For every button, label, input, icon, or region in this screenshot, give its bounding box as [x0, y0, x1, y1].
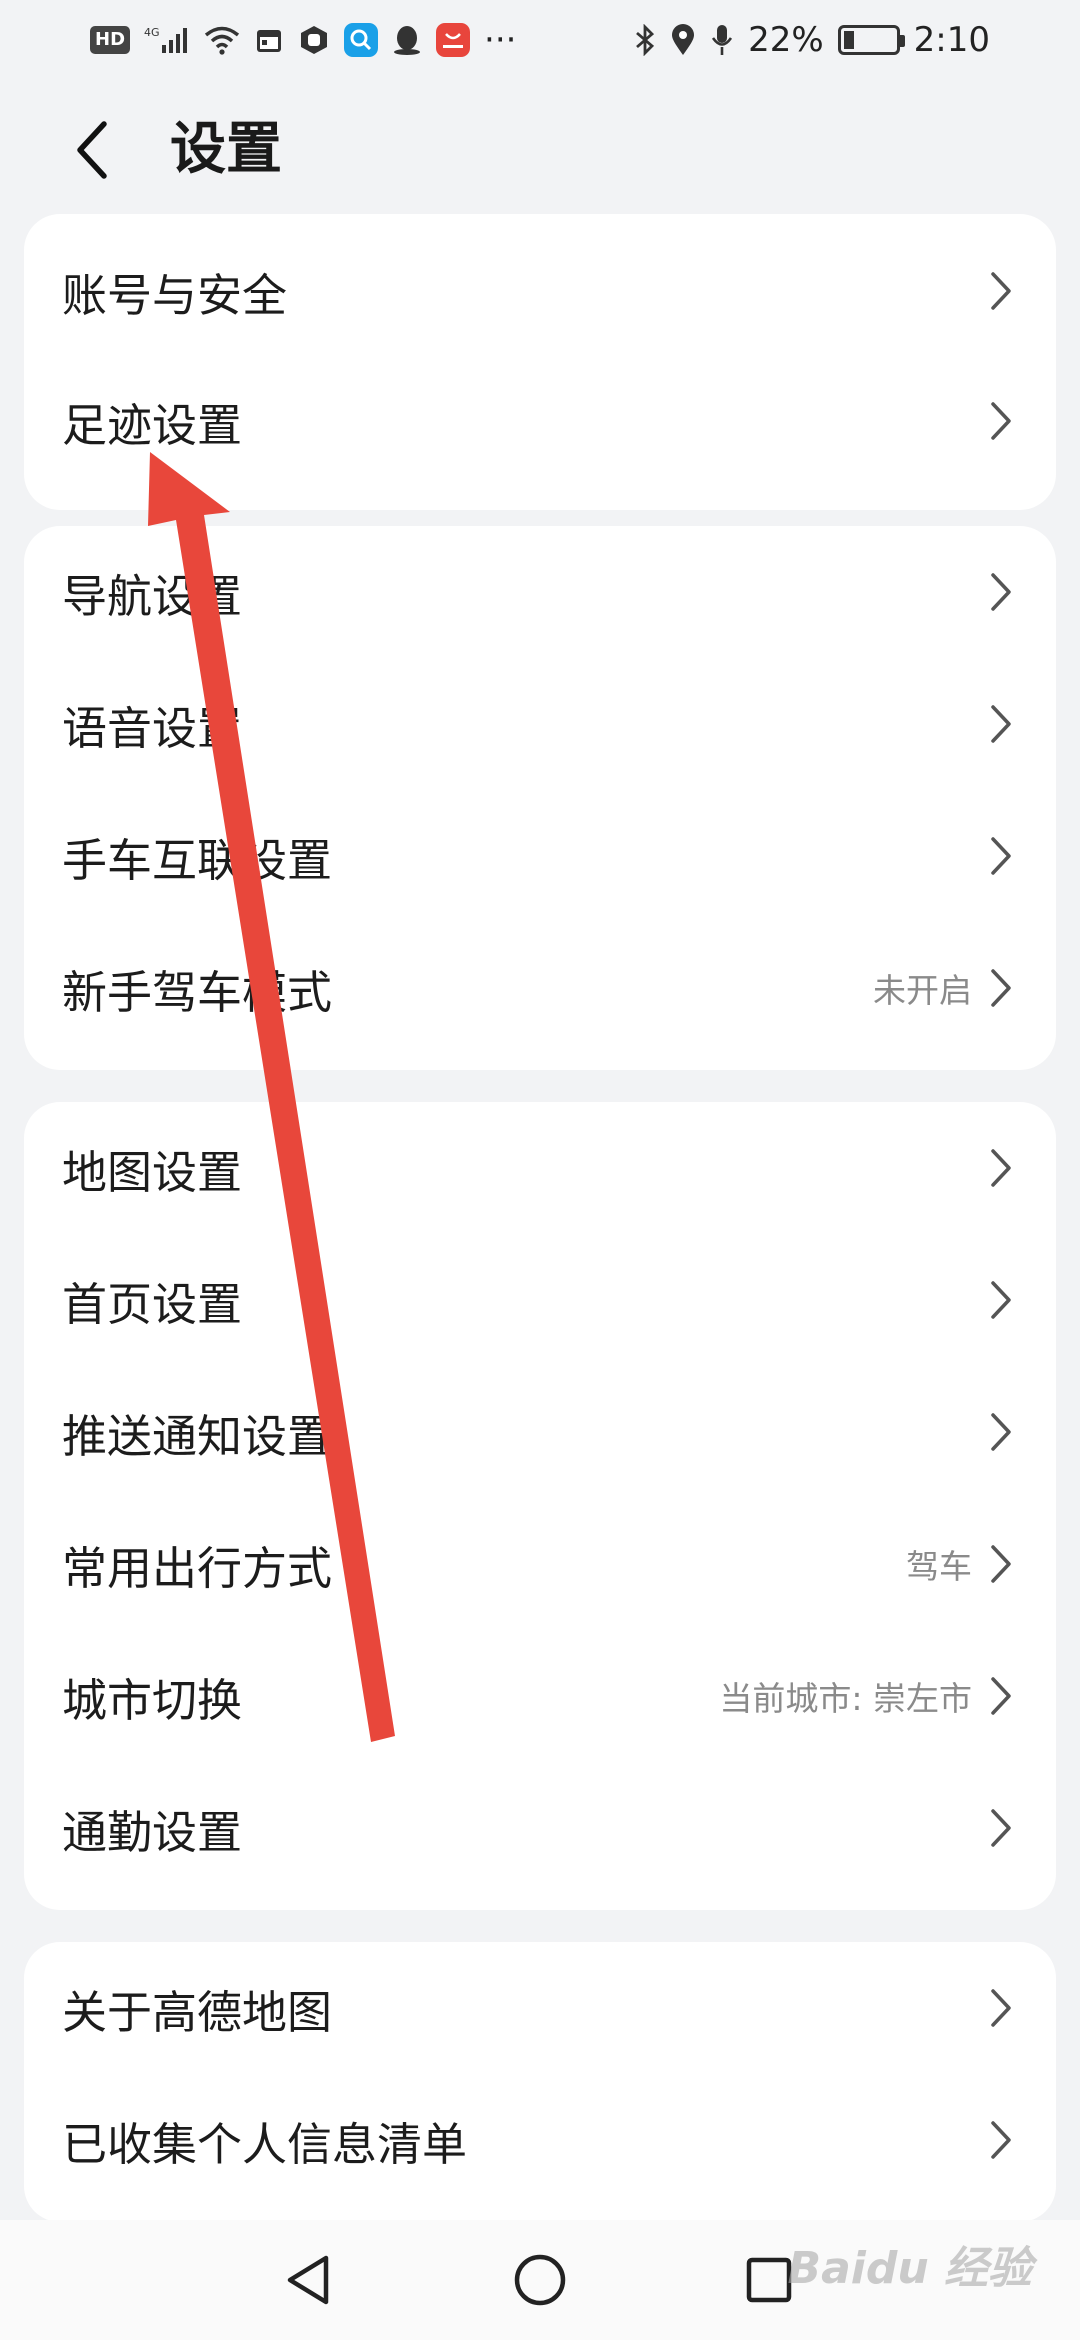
settings-item-label: 首页设置	[62, 1277, 243, 1331]
status-left: HD 4G ···	[90, 20, 516, 60]
settings-item-right: 当前城市: 崇左市	[719, 1672, 1014, 1720]
circle-home-icon	[514, 2254, 566, 2306]
settings-group: 地图设置首页设置推送通知设置 常用出行方式 驾车城市切换 当前城市: 崇左市通勤设置	[24, 1102, 1056, 1910]
settings-item-label: 导航设置	[62, 569, 243, 623]
settings-item-right	[988, 570, 1014, 614]
page-title: 设置	[170, 117, 282, 182]
microphone-icon	[710, 23, 734, 57]
network-type-label: 4G	[144, 26, 160, 39]
settings-item[interactable]: 导航设置	[24, 526, 1056, 658]
chevron-right-icon	[988, 399, 1014, 443]
nav-home-button[interactable]	[508, 2248, 572, 2312]
status-bar: HD 4G ··· 22% 2:10	[0, 0, 1080, 80]
search-app-icon	[344, 23, 379, 57]
settings-item[interactable]: 已收集个人信息清单	[24, 2074, 1056, 2206]
settings-item-right	[988, 834, 1014, 878]
header: 设置	[0, 100, 1080, 200]
settings-item-label: 地图设置	[62, 1145, 243, 1199]
settings-item[interactable]: 常用出行方式 驾车	[24, 1498, 1056, 1630]
settings-item[interactable]: 地图设置	[24, 1102, 1056, 1234]
nav-back-button[interactable]	[276, 2248, 340, 2312]
chevron-right-icon	[988, 2118, 1014, 2162]
settings-item[interactable]: 首页设置	[24, 1234, 1056, 1366]
settings-item-value: 驾车	[906, 1547, 972, 1586]
signal-icon: 4G	[144, 23, 190, 57]
chevron-right-icon	[988, 570, 1014, 614]
settings-item-right	[988, 1146, 1014, 1190]
chevron-right-icon	[988, 834, 1014, 878]
chevron-right-icon	[988, 702, 1014, 746]
clock: 2:10	[913, 20, 990, 60]
settings-item[interactable]: 足迹设置	[24, 356, 1056, 486]
settings-item-right: 驾车	[906, 1540, 1014, 1588]
chevron-right-icon	[988, 966, 1014, 1010]
location-icon	[670, 23, 696, 57]
settings-group: 导航设置语音设置手车互联设置 新手驾车模式 未开启	[24, 526, 1056, 1070]
battery-icon	[837, 25, 905, 55]
settings-item-right	[988, 1986, 1014, 2030]
chevron-right-icon	[988, 1146, 1014, 1190]
chevron-left-icon	[77, 121, 107, 179]
more-notifications-icon: ···	[484, 20, 517, 60]
settings-item[interactable]: 通勤设置	[24, 1762, 1056, 1894]
hd-badge: HD	[90, 26, 131, 54]
battery-level	[843, 31, 855, 49]
settings-item-label: 手车互联设置	[62, 833, 333, 887]
watermark: Baidu 经验	[787, 2243, 1032, 2294]
hand-icon	[298, 23, 330, 57]
settings-item[interactable]: 城市切换 当前城市: 崇左市	[24, 1630, 1056, 1762]
chevron-right-icon	[988, 269, 1014, 313]
settings-item-right	[988, 2118, 1014, 2162]
settings-group: 关于高德地图已收集个人信息清单	[24, 1942, 1056, 2222]
qq-icon	[392, 23, 422, 57]
wifi-icon	[204, 23, 240, 57]
chevron-right-icon	[988, 1278, 1014, 1322]
settings-item-label: 已收集个人信息清单	[62, 2117, 468, 2171]
settings-item[interactable]: 语音设置	[24, 658, 1056, 790]
triangle-back-icon	[287, 2255, 329, 2305]
settings-item-label: 账号与安全	[62, 268, 288, 322]
chevron-right-icon	[988, 1986, 1014, 2030]
settings-item-right: 未开启	[873, 964, 1014, 1012]
settings-item-label: 语音设置	[62, 701, 243, 755]
settings-group: 账号与安全 足迹设置	[24, 214, 1056, 510]
huawei-app-icon	[436, 23, 471, 57]
settings-item[interactable]: 关于高德地图	[24, 1942, 1056, 2074]
settings-item-right	[988, 399, 1014, 443]
status-right: 22% 2:10	[634, 20, 990, 60]
bluetooth-icon	[634, 23, 656, 57]
settings-item-label: 关于高德地图	[62, 1985, 333, 2039]
settings-item-value: 当前城市: 崇左市	[719, 1679, 972, 1718]
settings-item-label: 足迹设置	[62, 398, 243, 452]
chevron-right-icon	[988, 1674, 1014, 1718]
battery-percent: 22%	[748, 20, 824, 60]
settings-item[interactable]: 手车互联设置	[24, 790, 1056, 922]
settings-item-value: 未开启	[873, 971, 972, 1010]
settings-item-label: 新手驾车模式	[62, 965, 333, 1019]
chevron-right-icon	[988, 1410, 1014, 1454]
settings-item-label: 通勤设置	[62, 1805, 243, 1859]
settings-item-label: 常用出行方式	[62, 1541, 333, 1595]
settings-item-right	[988, 702, 1014, 746]
settings-item[interactable]: 新手驾车模式 未开启	[24, 922, 1056, 1054]
settings-item-label: 城市切换	[62, 1673, 243, 1727]
settings-item-right	[988, 1410, 1014, 1454]
chevron-right-icon	[988, 1806, 1014, 1850]
calendar-icon	[254, 23, 284, 57]
settings-item-label: 推送通知设置	[62, 1409, 333, 1463]
chevron-right-icon	[988, 1542, 1014, 1586]
settings-item-right	[988, 1278, 1014, 1322]
settings-item[interactable]: 账号与安全	[24, 226, 1056, 356]
settings-item[interactable]: 推送通知设置	[24, 1366, 1056, 1498]
settings-item-right	[988, 1806, 1014, 1850]
settings-item-right	[988, 269, 1014, 313]
back-button[interactable]	[60, 118, 124, 182]
